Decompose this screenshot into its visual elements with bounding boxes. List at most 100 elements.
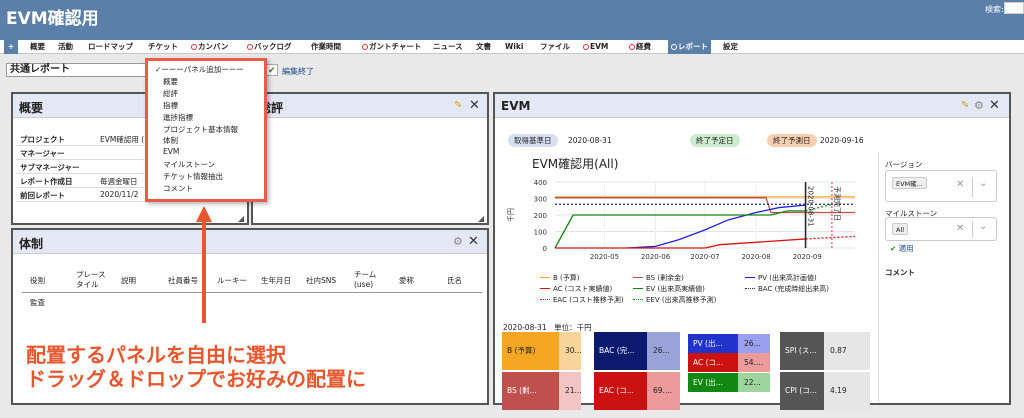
legend-swatch xyxy=(633,299,643,300)
metric-tile: PV (出... 26... xyxy=(688,334,770,353)
base-date-pill: 取得基準日 xyxy=(508,134,558,147)
review-panel-header[interactable]: 総評 ✎ ✕ xyxy=(253,94,487,118)
tab-item[interactable]: + xyxy=(4,40,18,54)
legend-item: BAC (完成時総出来高) xyxy=(745,284,829,294)
team-panel-header[interactable]: 体制 ⚙ ✕ xyxy=(13,230,487,254)
tab-item[interactable]: 経費 xyxy=(629,40,651,54)
close-icon[interactable]: ✕ xyxy=(469,98,480,113)
tab-label: ニュース xyxy=(433,42,463,51)
edit-pencil-icon[interactable]: ✎ xyxy=(454,100,462,111)
overview-value: 2020/11/2 xyxy=(100,190,139,199)
dropdown-option[interactable]: 総評 xyxy=(163,88,178,99)
version-select[interactable]: EVM確... ✕ ⌄ xyxy=(885,170,997,202)
resize-handle-icon[interactable]: ◢ xyxy=(478,214,484,223)
overview-panel-title: 概要 xyxy=(19,101,44,115)
metric-tile: CPI (コ... 4.19 xyxy=(780,372,870,410)
resize-handle-icon[interactable]: ◢ xyxy=(238,214,244,223)
metric-value: 26... xyxy=(738,334,770,353)
dropdown-option[interactable]: マイルストーン xyxy=(163,159,215,170)
option-label: マイルストーン xyxy=(163,160,216,170)
tab-item[interactable]: EVM xyxy=(583,40,608,54)
legend-swatch xyxy=(745,277,755,278)
metric-tile: BS (剰... 21... xyxy=(502,372,581,410)
tab-item[interactable]: バックログ xyxy=(247,40,292,54)
version-tag[interactable]: EVM確... xyxy=(892,177,927,189)
dropdown-option[interactable]: 概要 xyxy=(163,76,178,87)
tab-label: 文書 xyxy=(476,42,491,51)
overview-key: サブマネージャー xyxy=(20,163,80,172)
tab-item[interactable]: Wiki xyxy=(505,40,523,54)
row-divider xyxy=(16,145,144,146)
tab-item[interactable]: 作業時間 xyxy=(311,40,341,54)
legend-item: EEV (出来高推移予測) xyxy=(633,295,716,305)
close-icon[interactable]: ✕ xyxy=(468,234,479,249)
tab-item[interactable]: 設定 xyxy=(723,40,738,54)
table-header: ルーキー xyxy=(217,276,247,285)
forecast-end-pill: 終了予測日 xyxy=(767,134,817,147)
dropdown-placeholder[interactable]: ✓ーーーパネル追加ーーー xyxy=(155,64,244,75)
overview-value: EVM確認用 (プ xyxy=(100,135,152,144)
forecast-end-value: 2020-09-16 xyxy=(820,136,864,145)
legend-label: BS (剰余金) xyxy=(646,274,684,282)
edit-end-link[interactable]: 編集終了 xyxy=(282,66,314,77)
dropdown-option[interactable]: 指標 xyxy=(163,100,178,111)
chevron-down-icon[interactable]: ⌄ xyxy=(979,178,987,189)
tab-item[interactable]: レポート xyxy=(668,40,711,54)
review-panel[interactable]: 総評 ✎ ✕ ◢ xyxy=(251,92,489,225)
chevron-down-icon[interactable]: ⌄ xyxy=(979,221,987,232)
tab-item[interactable]: カンバン xyxy=(191,40,228,54)
series-line xyxy=(555,238,806,249)
milestone-select[interactable]: All ✕ ⌄ xyxy=(885,217,997,241)
y-tick-label: 300 xyxy=(534,196,547,204)
y-tick-label: 0 xyxy=(543,245,547,253)
tab-item[interactable]: 活動 xyxy=(58,40,73,54)
evm-panel-header[interactable]: EVM ✎ ⚙ ✕ xyxy=(495,94,1009,118)
gear-icon[interactable]: ⚙ xyxy=(974,99,984,112)
tab-item[interactable]: 概要 xyxy=(30,40,45,54)
dropdown-option[interactable]: 進捗指標 xyxy=(163,112,193,123)
layout-select[interactable]: 共通レポート xyxy=(6,63,146,77)
dropdown-option[interactable]: コメント xyxy=(163,183,193,194)
red-ring-icon xyxy=(191,44,197,50)
annotation-label: 予測完了日 xyxy=(833,186,842,221)
legend-label: EEV (出来高推移予測) xyxy=(646,296,717,304)
search-input[interactable] xyxy=(1004,2,1024,14)
dropdown-option[interactable]: チケット情報抽出 xyxy=(163,171,223,182)
tab-item[interactable]: ロードマップ xyxy=(88,40,133,54)
close-icon[interactable]: ✕ xyxy=(989,98,1000,113)
legend-swatch xyxy=(633,288,643,289)
tab-item[interactable]: チケット xyxy=(148,40,178,54)
tab-label: 作業時間 xyxy=(311,42,341,51)
tab-item[interactable]: ニュース xyxy=(433,40,463,54)
option-label: チケット情報抽出 xyxy=(163,172,223,182)
metric-name: EAC (コ... xyxy=(594,372,647,410)
dropdown-option[interactable]: プロジェクト基本情報 xyxy=(163,124,238,135)
edit-pencil-icon[interactable]: ✎ xyxy=(961,100,969,111)
tab-label: ガントチャート xyxy=(369,42,422,51)
metric-value: 26... xyxy=(647,332,680,370)
red-ring-icon xyxy=(629,44,635,50)
tab-item[interactable]: 文書 xyxy=(476,40,491,54)
overview-key: 前回レポート xyxy=(20,191,65,200)
y-tick-label: 400 xyxy=(534,179,547,187)
tab-item[interactable]: ファイル xyxy=(540,40,570,54)
legend-label: B (予算) xyxy=(553,274,580,282)
tab-label: レポート xyxy=(678,42,708,51)
dropdown-option[interactable]: 体制 xyxy=(163,135,178,146)
clear-icon[interactable]: ✕ xyxy=(956,179,964,190)
legend-label: EV (出来高実績値) xyxy=(646,285,705,293)
arrow-shaft xyxy=(202,220,206,323)
team-panel-title: 体制 xyxy=(19,237,44,251)
milestone-tag[interactable]: All xyxy=(892,223,909,235)
table-header: 役割 xyxy=(30,276,45,285)
tab-item[interactable]: ガントチャート xyxy=(362,40,421,54)
gear-icon[interactable]: ⚙ xyxy=(453,235,463,248)
clear-icon[interactable]: ✕ xyxy=(956,223,964,234)
apply-button[interactable]: ✔ 適用 xyxy=(890,243,914,254)
tab-label: バックログ xyxy=(254,42,292,51)
tab-label: カンバン xyxy=(198,42,229,51)
dropdown-option[interactable]: EVM xyxy=(163,147,179,156)
option-label: 進捗指標 xyxy=(163,112,193,122)
metric-value: 54.... xyxy=(738,353,770,372)
metric-value: 4.19 xyxy=(824,372,870,410)
